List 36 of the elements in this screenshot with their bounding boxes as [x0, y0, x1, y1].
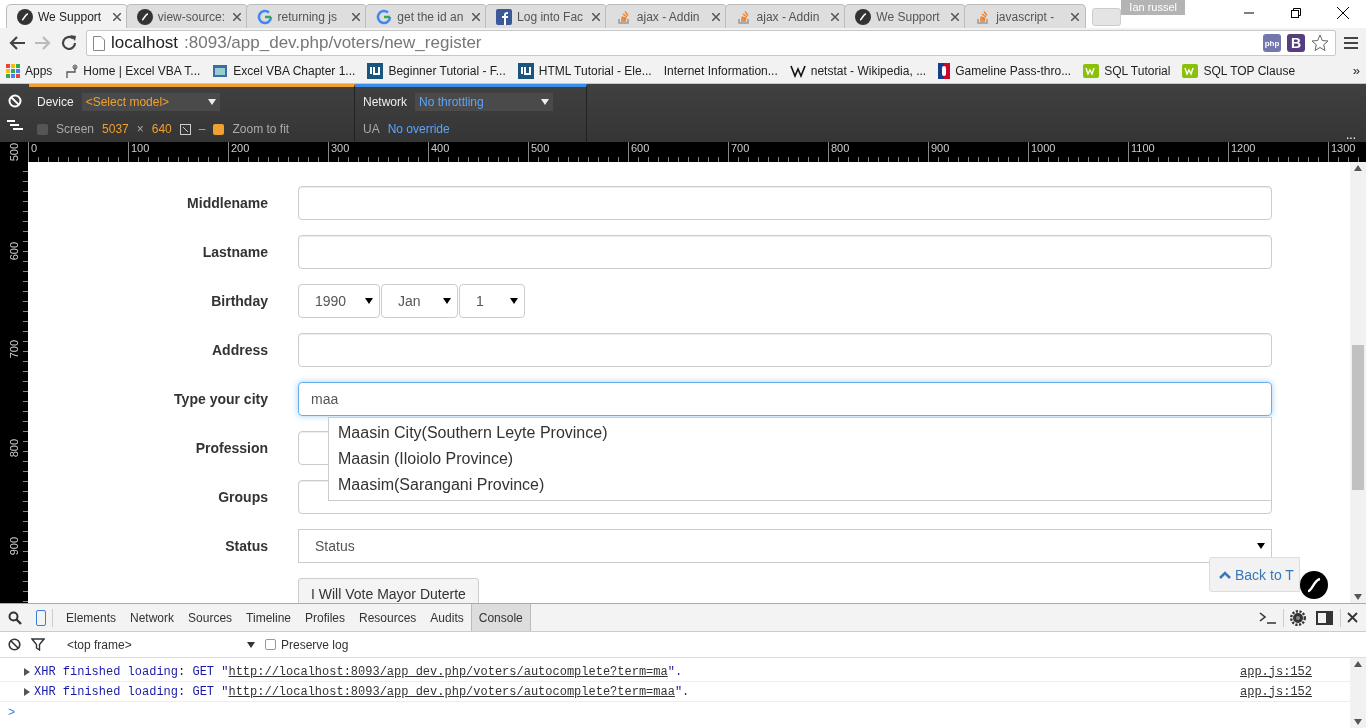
ruler-label: 100 [131, 142, 150, 154]
checkbox-label: Preserve log [281, 637, 349, 652]
ruler-label: 400 [431, 142, 450, 154]
ruler-label: 700 [8, 340, 20, 359]
network-label: Network [363, 94, 407, 109]
ruler-label: 600 [631, 142, 650, 154]
field-label: Groups [217, 489, 269, 505]
ruler-label: 500 [8, 142, 20, 162]
field-label: Address [210, 342, 269, 358]
ruler-label: 1000 [1031, 142, 1056, 154]
field-label: Profession [194, 440, 269, 456]
screen-label: Screen [56, 122, 95, 137]
device-label: Device [37, 94, 74, 109]
field-label: Status [224, 538, 269, 554]
ruler-label: 600 [8, 242, 20, 261]
console-message: XHR finished loading: GET "http://localhost:8093/app_dev.php/voters/autocomplete?term=ma". [34, 664, 683, 679]
ruler-label: 0 [31, 142, 38, 154]
ruler-label: 700 [731, 142, 750, 154]
ruler-label: 800 [8, 438, 20, 458]
ruler-label: 1200 [1231, 142, 1256, 154]
field-label: Birthday [210, 293, 269, 309]
ruler-label: 900 [931, 142, 950, 154]
field-label: Lastname [201, 244, 269, 260]
field-label: Type your city [173, 391, 269, 407]
ruler-label: 200 [231, 142, 250, 154]
field-label: Middlename [186, 195, 269, 211]
ruler-label: 1100 [1131, 142, 1155, 154]
ruler-label: 800 [831, 142, 850, 154]
ruler-label: 900 [8, 537, 20, 556]
zoom-label: Zoom to fit [232, 122, 290, 137]
ruler-label: 300 [331, 142, 350, 154]
times-sign: × [136, 122, 144, 137]
ruler-label: 1300 [1331, 142, 1356, 154]
console-message: XHR finished loading: GET "http://localhost:8093/app_dev.php/voters/autocomplete?term=maa". [34, 684, 690, 699]
ua-label: UA [363, 122, 380, 137]
ruler-label: 500 [531, 142, 550, 154]
